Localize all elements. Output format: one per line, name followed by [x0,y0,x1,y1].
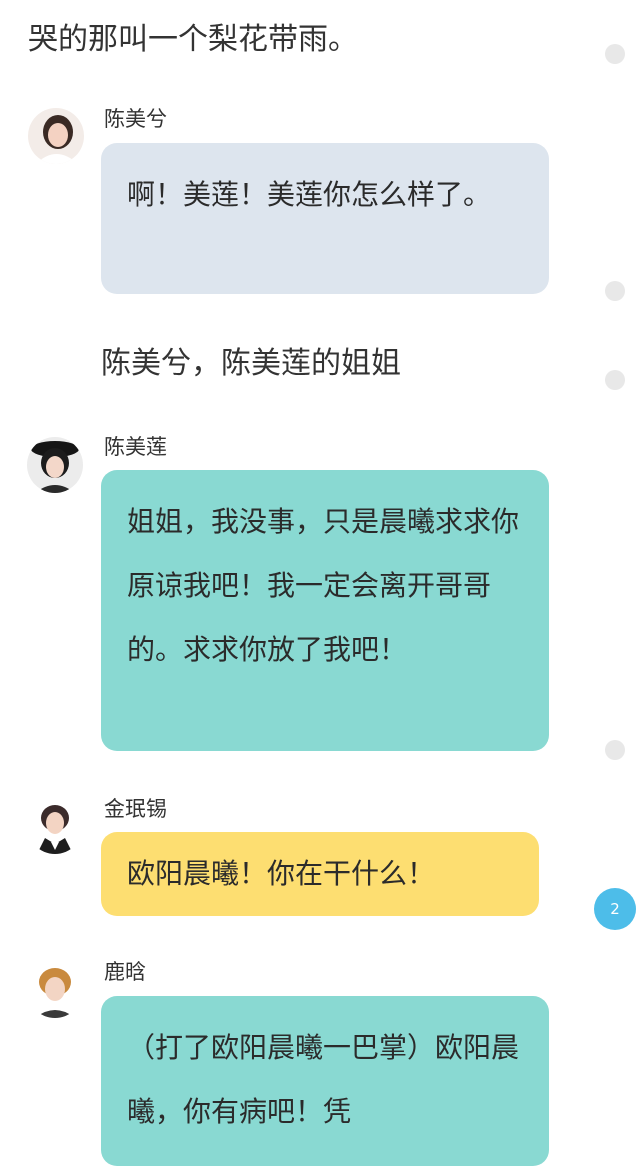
chat-bubble[interactable]: 姐姐，我没事，只是晨曦求求你原谅我吧！我一定会离开哥哥的。求求你放了我吧！ [101,470,549,751]
speaker-name: 陈美莲 [104,435,167,459]
paragraph-comment-marker[interactable] [605,44,625,64]
message-text: 姐姐，我没事，只是晨曦求求你原谅我吧！我一定会离开哥哥的。求求你放了我吧！ [127,505,520,666]
avatar[interactable] [27,962,83,1018]
message-text: （打了欧阳晨曦一巴掌）欧阳晨曦，你有病吧！凭 [127,1031,520,1128]
paragraph-comment-marker[interactable] [605,740,625,760]
avatar-chen-meixi-image [28,108,84,164]
message-text: 啊！美莲！美莲你怎么样了。 [127,178,492,211]
chat-bubble[interactable]: 欧阳晨曦！你在干什么！ [101,832,539,916]
avatar[interactable] [27,798,83,854]
speaker-name: 鹿晗 [104,960,146,984]
avatar-jin-minxi-image [27,798,83,854]
narration-text: 哭的那叫一个梨花带雨。 [28,22,358,57]
speaker-name: 金珉锡 [104,797,167,821]
narration-text: 陈美兮，陈美莲的姐姐 [101,346,401,381]
avatar[interactable] [28,108,84,164]
message-text: 欧阳晨曦！你在干什么！ [127,857,436,890]
speaker-name: 陈美兮 [104,107,167,131]
chat-bubble[interactable]: 啊！美莲！美莲你怎么样了。 [101,143,549,294]
comment-count-badge[interactable]: 2 [594,888,636,930]
paragraph-comment-marker[interactable] [605,370,625,390]
avatar-chen-meilian-image [27,437,83,493]
chat-bubble[interactable]: （打了欧阳晨曦一巴掌）欧阳晨曦，你有病吧！凭 [101,996,549,1166]
avatar-lu-han-image [27,962,83,1018]
paragraph-comment-marker[interactable] [605,281,625,301]
avatar[interactable] [27,437,83,493]
